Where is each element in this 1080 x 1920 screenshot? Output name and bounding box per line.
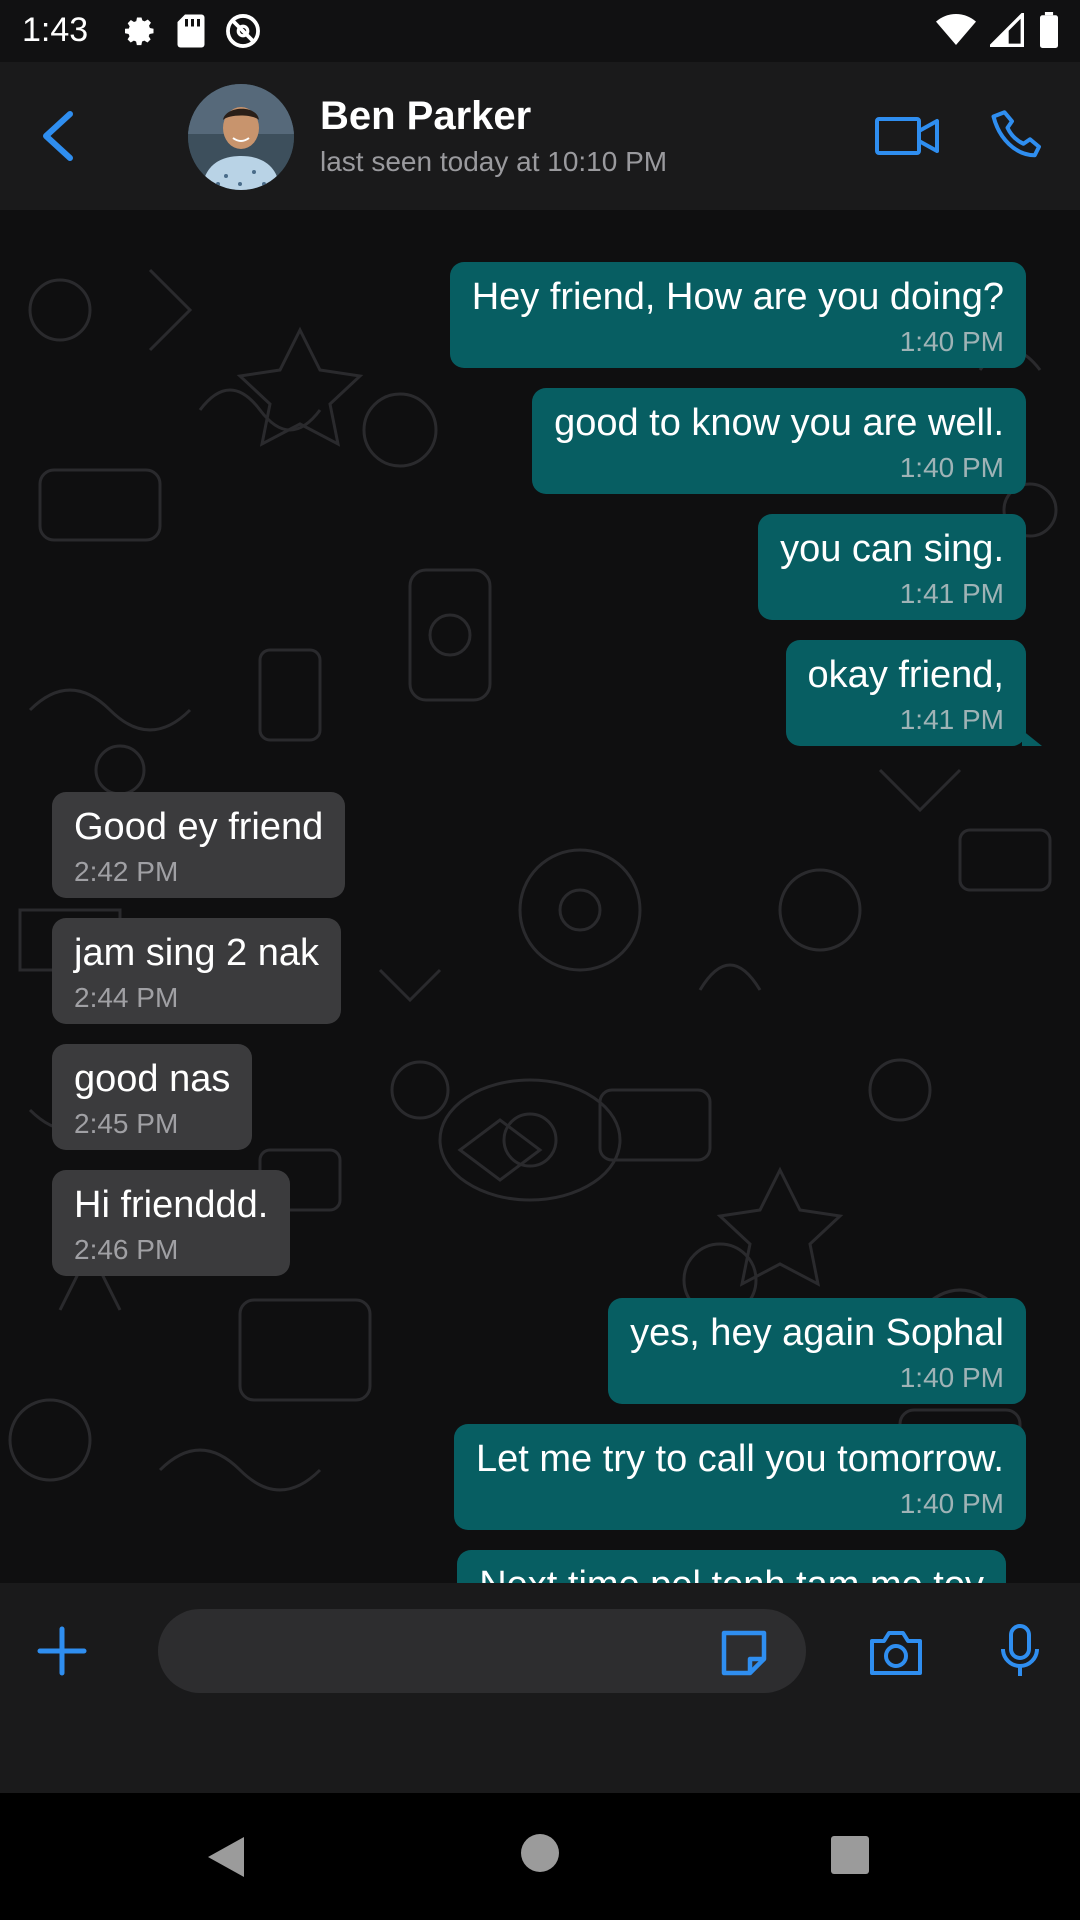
- contact-avatar[interactable]: [188, 84, 294, 190]
- settings-gear-icon: [122, 13, 158, 54]
- message-time: 2:42 PM: [74, 856, 179, 887]
- message-bubble-incoming[interactable]: good nas 2:45 PM: [52, 1044, 253, 1150]
- status-bar: 1:43: [0, 0, 1080, 62]
- message-text: you can sing.: [780, 528, 1004, 570]
- video-camera-icon: [875, 117, 939, 155]
- triangle-back-icon: [208, 1837, 244, 1877]
- sd-card-icon: [176, 13, 206, 54]
- message-text: jam sing 2 nak: [74, 932, 320, 974]
- back-button[interactable]: [36, 106, 86, 166]
- phone-icon: [991, 110, 1041, 158]
- voice-message-button[interactable]: [998, 1623, 1042, 1679]
- nav-back-button[interactable]: [204, 1833, 248, 1886]
- chat-area[interactable]: Hey friend, How are you doing? 1:40 PM g…: [0, 210, 1080, 1583]
- no-disturb-icon: [224, 12, 262, 55]
- message-time: 1:40 PM: [899, 452, 1004, 483]
- message-text: Hi frienddd.: [74, 1184, 269, 1226]
- message-text: Let me try to call you tomorrow.: [476, 1438, 1004, 1480]
- chat-header: Ben Parker last seen today at 10:10 PM: [0, 62, 1080, 210]
- message-text: good to know you are well.: [554, 402, 1004, 444]
- square-recents-icon: [831, 1836, 869, 1874]
- message-time: 1:40 PM: [899, 326, 1004, 357]
- camera-icon: [870, 1631, 922, 1675]
- message-text: Hey friend, How are you doing?: [471, 276, 1004, 318]
- sticker-icon: [721, 1630, 767, 1676]
- message-bubble-outgoing[interactable]: Hey friend, How are you doing? 1:40 PM: [449, 262, 1026, 368]
- message-text: yes, hey again Sophal: [630, 1312, 1004, 1354]
- message-bubble-outgoing[interactable]: you can sing. 1:41 PM: [758, 514, 1026, 620]
- bubble-tail: [1022, 730, 1042, 746]
- camera-button[interactable]: [868, 1627, 924, 1677]
- message-time: 1:40 PM: [899, 1362, 1004, 1393]
- message-time: 1:41 PM: [899, 578, 1004, 609]
- plus-icon: [37, 1626, 87, 1676]
- video-call-button[interactable]: [874, 114, 940, 158]
- voice-call-button[interactable]: [988, 106, 1048, 166]
- circle-home-icon: [521, 1834, 559, 1872]
- status-icons-right: [936, 10, 1060, 53]
- signal-icon: [987, 10, 1024, 52]
- message-input[interactable]: [158, 1609, 806, 1693]
- message-bubble-incoming[interactable]: Hi frienddd. 2:46 PM: [52, 1170, 291, 1276]
- message-bubble-outgoing[interactable]: yes, hey again Sophal 1:40 PM: [608, 1298, 1026, 1404]
- chevron-left-icon: [43, 111, 73, 161]
- nav-recents-button[interactable]: [830, 1835, 870, 1880]
- message-bubble-outgoing[interactable]: okay friend, 1:41 PM: [785, 640, 1042, 746]
- sticker-button[interactable]: [718, 1627, 770, 1679]
- status-time: 1:43: [22, 11, 89, 49]
- message-time: 2:46 PM: [74, 1234, 179, 1265]
- nav-home-button[interactable]: [520, 1833, 560, 1878]
- avatar-photo: [188, 84, 294, 190]
- message-bubble-outgoing[interactable]: good to know you are well. 1:40 PM: [532, 388, 1026, 494]
- message-bubble-outgoing[interactable]: Next time pel tenh tam me tov: [457, 1550, 1006, 1583]
- contact-name[interactable]: Ben Parker: [320, 94, 531, 139]
- status-icons-left: [122, 12, 262, 55]
- contact-last-seen: last seen today at 10:10 PM: [320, 146, 668, 177]
- message-text: good nas: [74, 1058, 231, 1100]
- message-time: 1:40 PM: [899, 1488, 1004, 1519]
- message-text: Good ey friend: [74, 806, 324, 848]
- message-time: 2:44 PM: [74, 982, 179, 1013]
- message-time: 1:41 PM: [899, 704, 1004, 735]
- message-text: Next time pel tenh tam me tov: [479, 1562, 984, 1583]
- message-bubble-incoming[interactable]: jam sing 2 nak 2:44 PM: [52, 918, 342, 1024]
- microphone-icon: [1001, 1624, 1039, 1676]
- attach-button[interactable]: [36, 1625, 88, 1677]
- message-bubble-outgoing[interactable]: Let me try to call you tomorrow. 1:40 PM: [454, 1424, 1026, 1530]
- battery-icon: [1038, 12, 1060, 53]
- message-time: 2:45 PM: [74, 1108, 179, 1139]
- message-text: okay friend,: [807, 654, 1004, 696]
- composer-bar: [0, 1583, 1080, 1793]
- wifi-icon: [936, 13, 976, 52]
- system-nav-bar: [0, 1793, 1080, 1920]
- message-bubble-incoming[interactable]: Good ey friend 2:42 PM: [52, 792, 346, 898]
